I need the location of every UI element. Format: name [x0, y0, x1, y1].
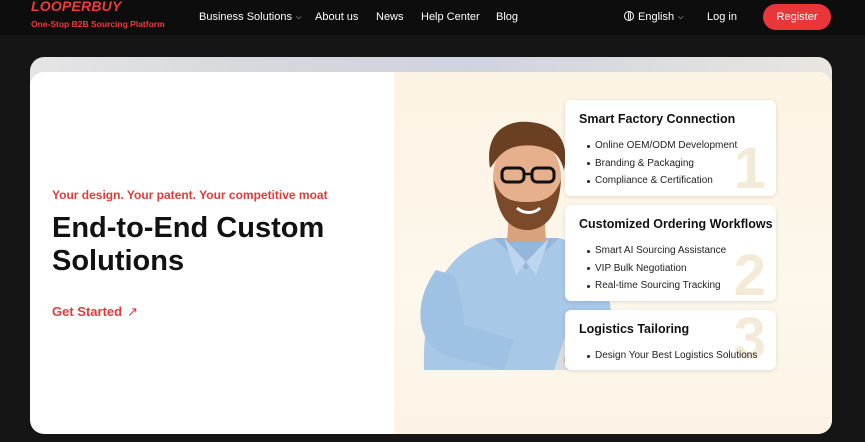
- get-started-label: Get Started: [52, 304, 123, 319]
- chevron-down-icon: ⌵: [678, 14, 684, 21]
- nav-about-us[interactable]: About us: [315, 11, 358, 23]
- list-item: Real-time Sourcing Tracking: [587, 277, 726, 295]
- feature-card-list: Design Your Best Logistics Solutions: [587, 347, 757, 365]
- feature-card-ordering-workflows: 2 Customized Ordering Workflows Smart AI…: [565, 205, 776, 301]
- language-selector[interactable]: English ⌵: [624, 11, 683, 23]
- logo-subtitle: One-Stop B2B Sourcing Platform: [31, 19, 165, 29]
- arrow-up-right-icon: ↗: [127, 304, 138, 319]
- feature-card-list: Online OEM/ODM Development Branding & Pa…: [587, 137, 737, 190]
- feature-card-logistics: 3 Logistics Tailoring Design Your Best L…: [565, 310, 776, 370]
- list-item: Smart AI Sourcing Assistance: [587, 242, 726, 260]
- top-nav: LOOPERBUY One-Stop B2B Sourcing Platform…: [0, 0, 865, 35]
- list-item: Design Your Best Logistics Solutions: [587, 347, 757, 365]
- globe-icon: [624, 11, 634, 21]
- hero-tagline: Your design. Your patent. Your competiti…: [52, 188, 328, 202]
- logo-text: LOOPERBUY: [31, 0, 122, 14]
- register-button[interactable]: Register: [763, 4, 831, 30]
- nav-blog[interactable]: Blog: [496, 11, 518, 23]
- list-item: Branding & Packaging: [587, 155, 737, 173]
- logo[interactable]: LOOPERBUY One-Stop B2B Sourcing Platform: [31, 0, 181, 35]
- list-item: Compliance & Certification: [587, 172, 737, 190]
- nav-business-solutions[interactable]: Business Solutions ⌵: [199, 11, 301, 23]
- feature-card-list: Smart AI Sourcing Assistance VIP Bulk Ne…: [587, 242, 726, 295]
- feature-card-smart-factory: 1 Smart Factory Connection Online OEM/OD…: [565, 100, 776, 196]
- chevron-down-icon: ⌵: [295, 14, 302, 21]
- feature-card-title: Customized Ordering Workflows: [579, 217, 773, 231]
- nav-news[interactable]: News: [376, 11, 404, 23]
- feature-card-number: 1: [733, 136, 766, 197]
- feature-card-number: 2: [733, 243, 766, 302]
- nav-business-solutions-label: Business Solutions: [199, 11, 292, 23]
- list-item: VIP Bulk Negotiation: [587, 260, 726, 278]
- feature-card-title: Smart Factory Connection: [579, 112, 736, 126]
- language-label: English: [638, 11, 675, 23]
- list-item: Online OEM/ODM Development: [587, 137, 737, 155]
- feature-card-title: Logistics Tailoring: [579, 322, 690, 336]
- hero-headline: End-to-End Custom Solutions: [52, 212, 325, 277]
- nav-help-center[interactable]: Help Center: [421, 11, 480, 23]
- get-started-link[interactable]: Get Started ↗: [52, 304, 138, 320]
- login-link[interactable]: Log in: [707, 11, 737, 23]
